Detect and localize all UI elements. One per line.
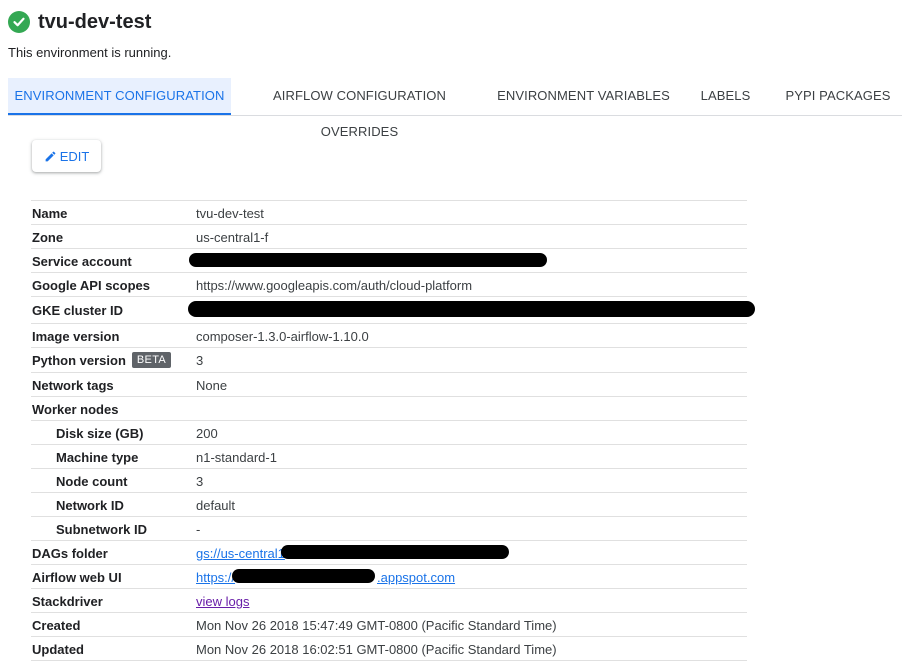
row-value: https://www.googleapis.com/auth/cloud-pl… [196,278,473,293]
config-row-updated: Updated Mon Nov 26 2018 16:02:51 GMT-080… [31,637,747,661]
row-label: DAGs folder [32,546,108,561]
tab-pypi-packages[interactable]: PYPI PACKAGES [782,78,894,114]
config-row-name: Name tvu-dev-test [31,200,747,225]
page-title: tvu-dev-test [38,10,152,33]
row-value: 3 [196,474,204,489]
row-label: Subnetwork ID [56,522,148,537]
page-header: tvu-dev-test [8,8,151,36]
config-row-gke-cluster: GKE cluster ID [31,297,755,324]
airflow-web-ui-link-prefix[interactable]: https:// [196,570,235,585]
config-row-worker-nodes: Worker nodes [31,397,747,421]
row-label: Airflow web UI [32,570,122,585]
row-label: Network tags [32,378,114,393]
row-label: Service account [32,254,132,269]
row-value: None [196,378,228,393]
row-value: tvu-dev-test [196,206,264,221]
row-label: Name [32,206,68,221]
row-label: Google API scopes [32,278,150,293]
config-row-subnetwork-id: Subnetwork ID - [31,517,747,541]
tab-bar: ENVIRONMENT CONFIGURATION AIRFLOW CONFIG… [8,78,902,139]
redaction-mark [281,545,509,559]
view-logs-link[interactable]: view logs [196,594,249,609]
config-row-zone: Zone us-central1-f [31,225,747,249]
row-label: Created [32,618,81,633]
airflow-web-ui-link-suffix[interactable]: .appspot.com [377,570,455,585]
config-table: Name tvu-dev-test Zone us-central1-f Ser… [31,200,755,661]
tab-labels[interactable]: LABELS [696,78,755,114]
row-label: Image version [32,329,120,344]
row-value: Mon Nov 26 2018 15:47:49 GMT-0800 (Pacif… [196,618,557,633]
config-row-api-scopes: Google API scopes https://www.googleapis… [31,273,747,297]
row-value: - [196,522,201,537]
dags-folder-link[interactable]: gs://us-central1 [196,546,285,561]
row-label: Zone [32,230,64,245]
redaction-mark [189,253,547,267]
row-value: n1-standard-1 [196,450,277,465]
row-value: default [196,498,236,513]
check-circle-icon [8,11,30,33]
redaction-mark [232,569,375,583]
config-row-image-version: Image version composer-1.3.0-airflow-1.1… [31,324,747,348]
config-row-network-tags: Network tags None [31,373,747,397]
row-value: 200 [196,426,218,441]
config-row-disk-size: Disk size (GB) 200 [31,421,747,445]
config-row-machine-type: Machine type n1-standard-1 [31,445,747,469]
config-row-service-account: Service account [31,249,747,273]
row-label: Updated [32,642,84,657]
row-label: Python version BETA [32,352,172,370]
row-label: Stackdriver [32,594,103,609]
config-row-network-id: Network ID default [31,493,747,517]
row-label: Machine type [56,450,139,465]
row-value: composer-1.3.0-airflow-1.10.0 [196,329,369,344]
row-label: Disk size (GB) [56,426,144,441]
edit-button[interactable]: EDIT [32,140,101,172]
redaction-mark [188,301,755,317]
config-row-python-version: Python version BETA 3 [31,348,747,373]
row-value: us-central1-f [196,230,269,245]
tab-airflow-configuration-overrides[interactable]: AIRFLOW CONFIGURATION OVERRIDES [238,78,481,139]
row-label: Worker nodes [32,402,119,417]
python-version-label: Python version [32,353,126,368]
row-value: 3 [196,353,204,368]
config-row-dags-folder: DAGs folder gs://us-central1 [31,541,747,565]
row-label: Network ID [56,498,124,513]
edit-button-label: EDIT [59,148,90,164]
tab-environment-configuration[interactable]: ENVIRONMENT CONFIGURATION [8,78,231,115]
row-label: GKE cluster ID [32,303,124,318]
row-value: Mon Nov 26 2018 16:02:51 GMT-0800 (Pacif… [196,642,557,657]
beta-badge: BETA [131,352,172,368]
config-row-created: Created Mon Nov 26 2018 15:47:49 GMT-080… [31,613,747,637]
config-row-airflow-ui: Airflow web UI https:// .appspot.com [31,565,747,589]
row-label: Node count [56,474,128,489]
config-row-node-count: Node count 3 [31,469,747,493]
config-row-stackdriver: Stackdriver view logs [31,589,747,613]
tab-environment-variables[interactable]: ENVIRONMENT VARIABLES [495,78,672,114]
status-message: This environment is running. [8,45,172,60]
pencil-icon [45,151,56,161]
